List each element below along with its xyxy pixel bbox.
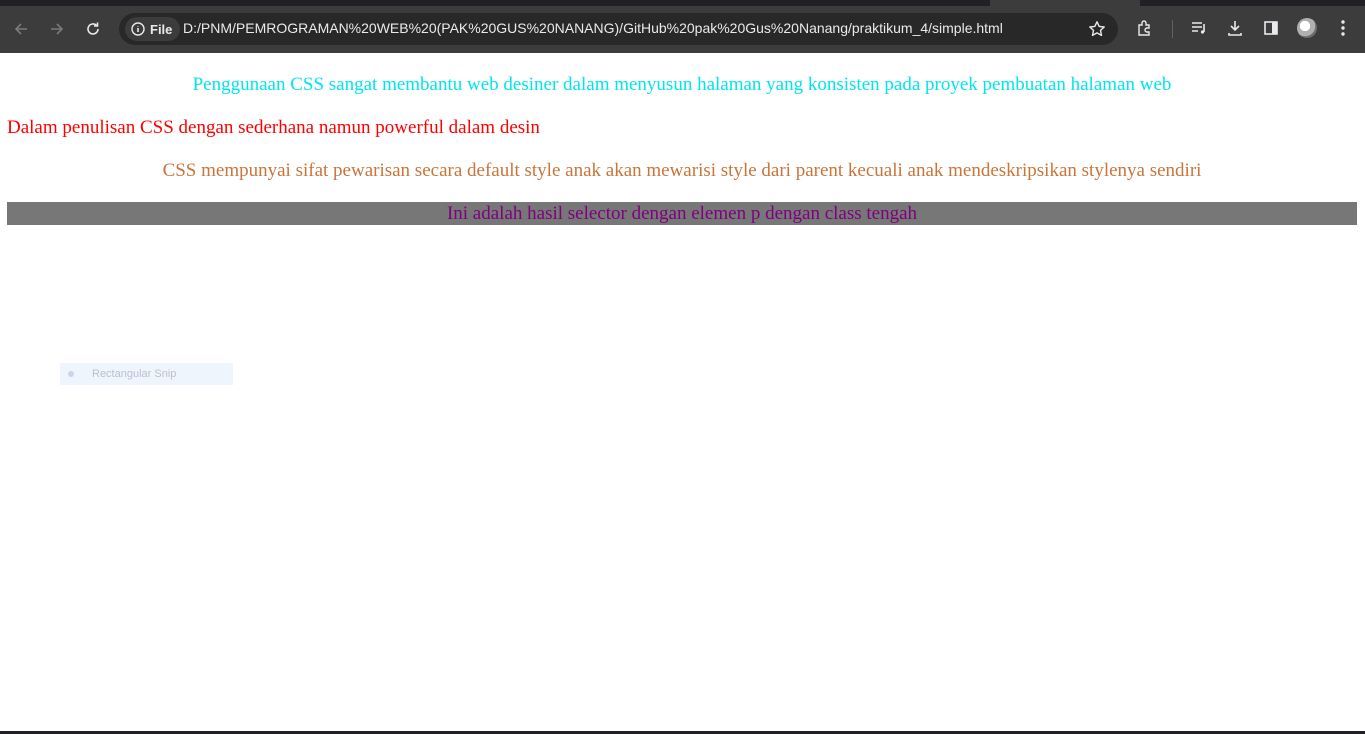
profile-avatar[interactable] — [1297, 18, 1317, 38]
paragraph-red-left: Dalam penulisan CSS dengan sederhana nam… — [7, 117, 540, 138]
browser-toolbar: File D:/PNM/PEMROGRAMAN%20WEB%20(PAK%20G… — [0, 0, 1365, 53]
reload-button[interactable] — [81, 17, 105, 41]
page-content: Penggunaan CSS sangat membantu web desin… — [0, 53, 1365, 732]
reading-list-icon — [1192, 22, 1205, 34]
extensions-button[interactable] — [1135, 18, 1155, 38]
toolbar-separator — [1172, 20, 1173, 38]
address-bar[interactable]: File D:/PNM/PEMROGRAMAN%20WEB%20(PAK%20G… — [119, 13, 1118, 45]
reload-icon — [87, 22, 99, 35]
side-panel-icon — [1264, 21, 1278, 35]
site-info-label: File — [150, 21, 173, 37]
forward-icon — [51, 23, 64, 35]
paragraph-orange-center: CSS mempunyai sifat pewarisan secara def… — [162, 160, 1202, 181]
side-panel-button[interactable] — [1261, 18, 1281, 38]
paragraph-cyan-center: Penggunaan CSS sangat membantu web desin… — [192, 74, 1172, 95]
back-button[interactable] — [9, 17, 33, 41]
star-icon[interactable] — [1088, 20, 1106, 38]
extensions-icon — [1138, 20, 1150, 36]
tab-strip-edge-right — [1140, 0, 1365, 6]
menu-icon — [1341, 20, 1345, 36]
download-icon — [1228, 21, 1242, 36]
info-icon — [131, 22, 145, 36]
menu-button[interactable] — [1333, 18, 1353, 38]
paragraph-class-tengah: Ini adalah hasil selector dengan elemen … — [7, 202, 1357, 225]
downloads-button[interactable] — [1225, 18, 1245, 38]
snip-label: Rectangular Snip — [92, 368, 177, 380]
forward-button[interactable] — [45, 17, 69, 41]
url-text[interactable]: D:/PNM/PEMROGRAMAN%20WEB%20(PAK%20GUS%20… — [183, 20, 1003, 36]
tab-strip-edge — [0, 0, 990, 6]
rectangular-snip-overlay[interactable]: Rectangular Snip — [60, 363, 233, 385]
reading-list-button[interactable] — [1189, 18, 1209, 38]
site-info-chip[interactable]: File — [125, 17, 181, 41]
back-icon — [14, 23, 27, 35]
snip-icon — [68, 371, 74, 377]
